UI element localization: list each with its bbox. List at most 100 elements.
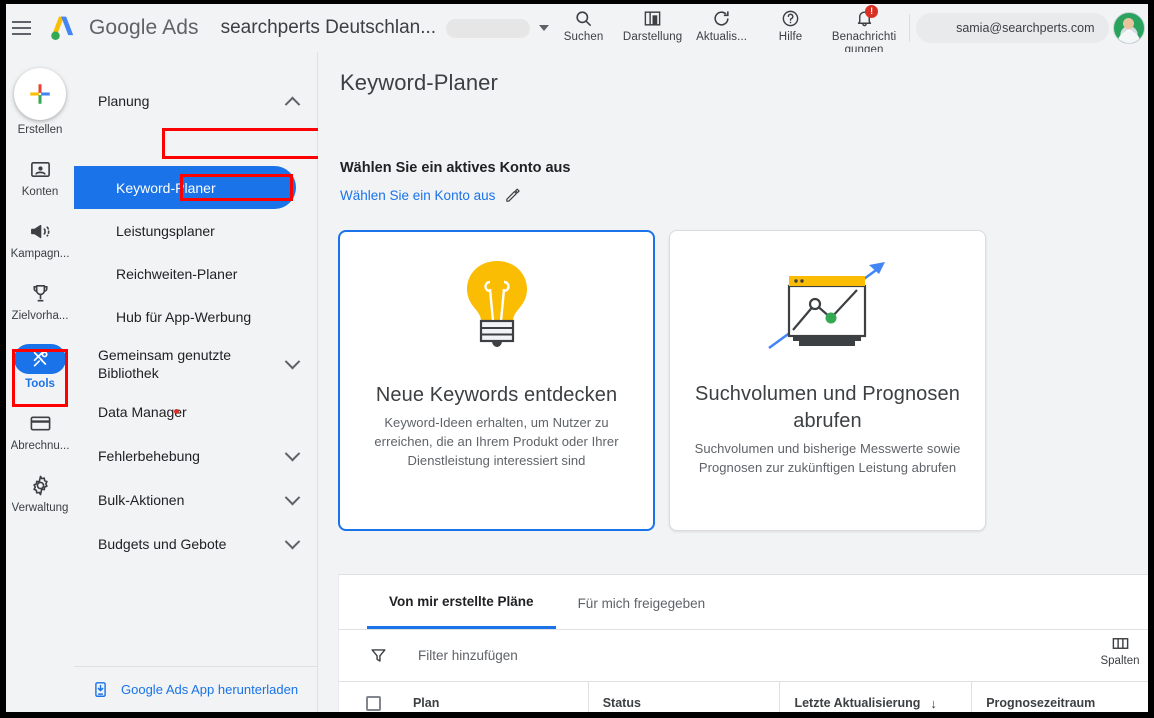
- sort-descending-icon[interactable]: ↓: [930, 696, 937, 711]
- column-header-plan[interactable]: Plan: [399, 682, 589, 712]
- search-button[interactable]: Suchen: [549, 4, 618, 48]
- icon-rail: Erstellen Konten Kampagn... Zielvorha...…: [6, 52, 74, 712]
- app-window: Google Ads searchperts Deutschlan... Suc…: [6, 4, 1148, 712]
- plus-icon: [14, 68, 66, 120]
- rail-label-verwaltung: Verwaltung: [11, 502, 69, 514]
- brand-ads: Ads: [162, 16, 199, 39]
- help-icon: [781, 7, 800, 29]
- action-cards: Neue Keywords entdecken Keyword-Ideen er…: [338, 230, 986, 531]
- lightbulb-illustration: [340, 232, 653, 382]
- tools-icon: [14, 344, 66, 374]
- rail-label-abrechnung: Abrechnu...: [10, 440, 70, 452]
- select-account-link[interactable]: Wählen Sie ein Konto aus: [340, 187, 521, 204]
- nav-group-bibliothek[interactable]: Gemeinsam genutzte Bibliothek: [74, 338, 318, 390]
- column-header-letzte-aktualisierung[interactable]: Letzte Aktualisierung ↓: [780, 682, 973, 712]
- search-icon: [574, 7, 593, 29]
- display-button[interactable]: Darstellung: [618, 4, 687, 48]
- chevron-down-icon: [284, 489, 301, 505]
- sidebar-item-app-werbung[interactable]: Hub für App-Werbung: [74, 295, 318, 338]
- sidebar-item-app-werbung-label: Hub für App-Werbung: [116, 308, 252, 325]
- column-header-plan-label: Plan: [412, 696, 440, 710]
- sidebar-item-verwaltung[interactable]: Verwaltung: [6, 472, 74, 514]
- chevron-down-icon: [284, 353, 301, 369]
- pencil-icon: [506, 188, 521, 202]
- rail-label-kampagnen: Kampagn...: [10, 248, 70, 260]
- card-suchvolumen[interactable]: Suchvolumen und Prognosen abrufen Suchvo…: [669, 230, 986, 531]
- page-title: Keyword-Planer: [340, 70, 498, 95]
- nav-group-bulk-aktionen[interactable]: Bulk-Aktionen: [74, 478, 318, 522]
- filter-add-label[interactable]: Filter hinzufügen: [418, 648, 518, 663]
- account-email-chip[interactable]: samia@searchperts.com: [916, 13, 1109, 43]
- account-id-redacted: [446, 18, 531, 38]
- sidebar-item-abrechnung[interactable]: Abrechnu...: [6, 410, 74, 452]
- sidebar-item-kampagnen[interactable]: Kampagn...: [6, 218, 74, 260]
- rail-label-erstellen: Erstellen: [17, 124, 63, 136]
- main-content: Keyword-Planer Wählen Sie ein aktives Ko…: [318, 52, 1148, 712]
- sidebar-nav: Planung Keyword-Planer Leistungsplaner R…: [74, 52, 366, 712]
- refresh-button[interactable]: Aktualis...: [687, 4, 756, 48]
- nav-group-bibliothek-label: Gemeinsam genutzte Bibliothek: [98, 347, 232, 381]
- nav-group-fehlerbehebung[interactable]: Fehlerbehebung: [74, 434, 318, 478]
- columns-icon: [1112, 638, 1128, 649]
- chart-window-illustration: [670, 231, 985, 381]
- billing-card-icon: [29, 410, 52, 436]
- chevron-down-icon: [284, 445, 301, 461]
- nav-group-planung-label: Planung: [98, 93, 150, 109]
- header-divider: [909, 14, 911, 42]
- column-header-status-label: Status: [602, 696, 641, 710]
- sidebar-item-tools[interactable]: Tools: [6, 344, 74, 390]
- app-download-label: Google Ads App herunterladen: [121, 682, 299, 697]
- tab-von-mir-erstellte-plaene[interactable]: Von mir erstellte Pläne: [367, 577, 556, 629]
- tab-fuer-mich-freigegeben-label: Für mich freigegeben: [577, 595, 706, 611]
- account-prompt-heading: Wählen Sie ein aktives Konto aus: [340, 160, 571, 176]
- notification-badge: !: [865, 5, 879, 18]
- search-label: Suchen: [563, 31, 604, 43]
- column-header-prognosezeitraum[interactable]: Prognosezeitraum: [972, 682, 1148, 712]
- sidebar-item-reichweiten-planer[interactable]: Reichweiten-Planer: [74, 252, 318, 295]
- app-download-link[interactable]: Google Ads App herunterladen: [74, 666, 317, 712]
- select-all-checkbox[interactable]: [365, 695, 381, 711]
- help-button[interactable]: Hilfe: [756, 4, 825, 48]
- tab-fuer-mich-freigegeben[interactable]: Für mich freigegeben: [556, 577, 728, 629]
- nav-group-data-manager[interactable]: Data Manager: [74, 390, 318, 434]
- app-header: Google Ads searchperts Deutschlan... Suc…: [6, 4, 1148, 56]
- column-header-prognosezeitraum-label: Prognosezeitraum: [986, 696, 1096, 710]
- sidebar-item-konten[interactable]: Konten: [6, 156, 74, 198]
- plans-table-header: Plan Status Letzte Aktualisierung ↓ Prog…: [339, 682, 1148, 712]
- card-suchvolumen-desc: Suchvolumen und bisherige Messwerte sowi…: [694, 441, 961, 475]
- avatar[interactable]: [1112, 12, 1145, 44]
- nav-group-fehlerbehebung-label: Fehlerbehebung: [98, 448, 200, 464]
- columns-button[interactable]: Spalten: [1094, 634, 1146, 667]
- card-neue-keywords-title: Neue Keywords entdecken: [375, 384, 618, 406]
- sidebar-item-erstellen[interactable]: Erstellen: [6, 68, 74, 136]
- nav-group-budgets-label: Budgets und Gebote: [98, 536, 227, 552]
- select-all-cell: [339, 682, 399, 712]
- columns-label: Spalten: [1100, 655, 1140, 667]
- sidebar-item-keyword-planer[interactable]: Keyword-Planer: [74, 166, 296, 209]
- nav-group-bulk-aktionen-label: Bulk-Aktionen: [98, 492, 185, 508]
- tab-von-mir-erstellte-plaene-label: Von mir erstellte Pläne: [389, 594, 534, 609]
- hamburger-menu-icon[interactable]: [12, 5, 31, 51]
- chart-icon: [643, 7, 662, 29]
- accounts-icon: [29, 156, 52, 182]
- rail-label-tools: Tools: [25, 378, 55, 390]
- brand-name: Google Ads: [89, 16, 199, 40]
- sidebar-item-zielvorhaben[interactable]: Zielvorha...: [6, 280, 74, 322]
- filter-bar: Filter hinzufügen Spalten: [339, 630, 1148, 682]
- chevron-down-icon[interactable]: [539, 25, 550, 31]
- sidebar-items: Leistungsplaner Reichweiten-Planer Hub f…: [74, 209, 318, 566]
- trophy-icon: [29, 280, 52, 306]
- notifications-button[interactable]: ! Benachrichti gungen: [825, 4, 903, 57]
- plans-tabs: Von mir erstellte Pläne Für mich freigeg…: [339, 575, 1148, 629]
- column-header-status[interactable]: Status: [589, 682, 781, 712]
- nav-group-budgets[interactable]: Budgets und Gebote: [74, 522, 318, 566]
- nav-group-planung[interactable]: Planung: [74, 79, 318, 123]
- display-label: Darstellung: [622, 31, 683, 43]
- card-neue-keywords[interactable]: Neue Keywords entdecken Keyword-Ideen er…: [338, 230, 655, 531]
- sidebar-item-leistungsplaner[interactable]: Leistungsplaner: [74, 209, 318, 252]
- brand-google: Google: [89, 16, 158, 39]
- account-name[interactable]: searchperts Deutschlan...: [221, 17, 436, 39]
- filter-icon[interactable]: [369, 646, 388, 665]
- refresh-icon: [712, 7, 731, 29]
- megaphone-icon: [29, 218, 52, 244]
